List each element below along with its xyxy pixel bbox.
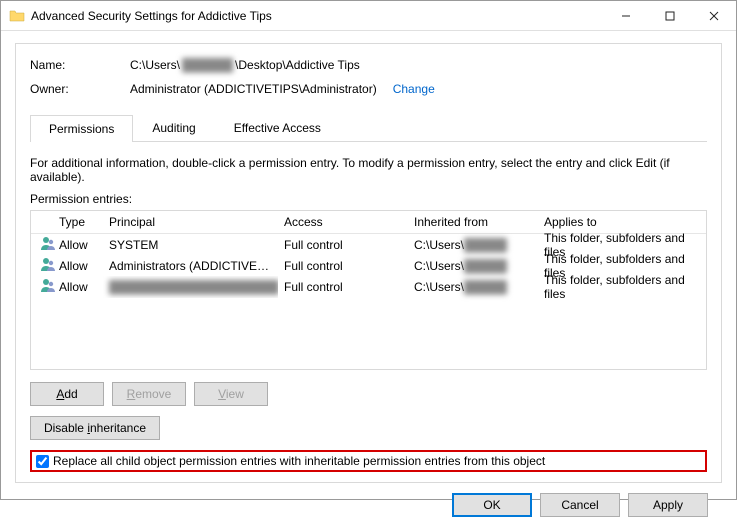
tab-permissions[interactable]: Permissions bbox=[30, 115, 133, 142]
owner-row: Owner: Administrator (ADDICTIVETIPS\Admi… bbox=[30, 82, 707, 96]
cell-type: Allow bbox=[53, 276, 103, 298]
cancel-button[interactable]: Cancel bbox=[540, 493, 620, 517]
folder-icon bbox=[9, 8, 25, 24]
dialog-footer: OK Cancel Apply bbox=[15, 483, 722, 529]
minimize-button[interactable] bbox=[604, 1, 648, 30]
titlebar: Advanced Security Settings for Addictive… bbox=[1, 1, 736, 31]
permissions-table[interactable]: Type Principal Access Inherited from App… bbox=[30, 210, 707, 370]
col-principal[interactable]: Principal bbox=[103, 211, 278, 233]
cell-type: Allow bbox=[53, 255, 103, 277]
cell-applies: This folder, subfolders and files bbox=[538, 269, 706, 305]
cell-principal: SYSTEM bbox=[103, 234, 278, 256]
table-body: AllowSYSTEMFull controlC:\Users\█████Thi… bbox=[31, 234, 706, 297]
replace-checkbox[interactable] bbox=[36, 455, 49, 468]
maximize-button[interactable] bbox=[648, 1, 692, 30]
entry-buttons: Add Remove View bbox=[30, 382, 707, 406]
dialog-window: Advanced Security Settings for Addictive… bbox=[0, 0, 737, 500]
replace-checkbox-row[interactable]: Replace all child object permission entr… bbox=[30, 450, 707, 472]
name-label: Name: bbox=[30, 58, 130, 72]
cell-access: Full control bbox=[278, 234, 408, 256]
instruction-text: For additional information, double-click… bbox=[30, 156, 707, 184]
cell-principal: ████████████████████ bbox=[103, 276, 278, 298]
content-area: Name: C:\Users\██████\Desktop\Addictive … bbox=[1, 31, 736, 529]
cell-principal: Administrators (ADDICTIVETIP... bbox=[103, 255, 278, 277]
tab-effective-access[interactable]: Effective Access bbox=[215, 114, 340, 141]
disable-row: Disable inheritance bbox=[30, 416, 707, 440]
close-button[interactable] bbox=[692, 1, 736, 30]
apply-button[interactable]: Apply bbox=[628, 493, 708, 517]
name-row: Name: C:\Users\██████\Desktop\Addictive … bbox=[30, 58, 707, 72]
ok-button[interactable]: OK bbox=[452, 493, 532, 517]
table-row[interactable]: Allow████████████████████Full controlC:\… bbox=[31, 276, 706, 297]
cell-inherited: C:\Users\█████ bbox=[408, 234, 538, 256]
window-controls bbox=[604, 1, 736, 30]
tab-auditing[interactable]: Auditing bbox=[133, 114, 214, 141]
cell-inherited: C:\Users\█████ bbox=[408, 255, 538, 277]
col-type[interactable]: Type bbox=[53, 211, 103, 233]
cell-access: Full control bbox=[278, 276, 408, 298]
window-title: Advanced Security Settings for Addictive… bbox=[31, 9, 604, 23]
user-icon bbox=[31, 273, 53, 300]
col-access[interactable]: Access bbox=[278, 211, 408, 233]
owner-label: Owner: bbox=[30, 82, 130, 96]
remove-button: Remove bbox=[112, 382, 186, 406]
replace-checkbox-label: Replace all child object permission entr… bbox=[53, 454, 545, 468]
cell-inherited: C:\Users\█████ bbox=[408, 276, 538, 298]
entries-label: Permission entries: bbox=[30, 192, 707, 206]
inner-panel: Name: C:\Users\██████\Desktop\Addictive … bbox=[15, 43, 722, 483]
change-link[interactable]: Change bbox=[393, 82, 435, 96]
tab-strip: Permissions Auditing Effective Access bbox=[30, 114, 707, 142]
view-button: View bbox=[194, 382, 268, 406]
col-inherited[interactable]: Inherited from bbox=[408, 211, 538, 233]
add-button[interactable]: Add bbox=[30, 382, 104, 406]
cell-access: Full control bbox=[278, 255, 408, 277]
owner-value: Administrator (ADDICTIVETIPS\Administrat… bbox=[130, 82, 435, 96]
disable-inheritance-button[interactable]: Disable inheritance bbox=[30, 416, 160, 440]
cell-type: Allow bbox=[53, 234, 103, 256]
name-value: C:\Users\██████\Desktop\Addictive Tips bbox=[130, 58, 360, 72]
